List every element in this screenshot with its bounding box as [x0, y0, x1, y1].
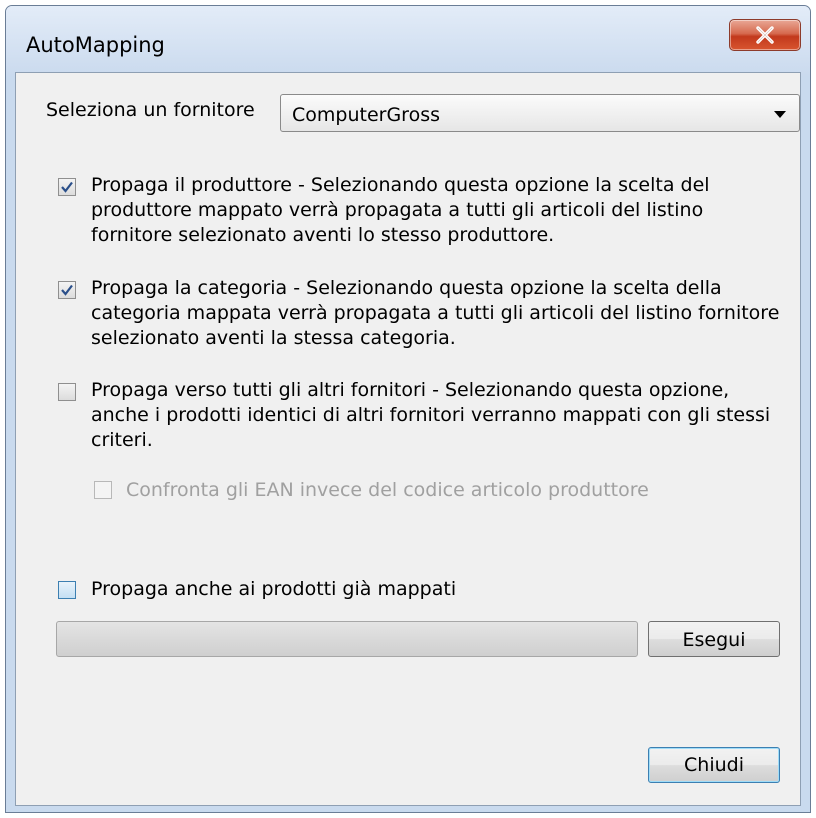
- option-line: anche i prodotti identici di altri forni…: [91, 404, 771, 426]
- checkmark-icon: [61, 181, 73, 193]
- chevron-down-icon: [774, 111, 786, 118]
- compare-ean-checkbox: [94, 481, 112, 499]
- propagate-category-label[interactable]: Propaga la categoria - Selezionando ques…: [91, 276, 791, 351]
- propagate-mapped-label[interactable]: Propaga anche ai prodotti già mappati: [91, 577, 791, 602]
- run-button[interactable]: Esegui: [648, 621, 780, 657]
- progress-bar: [56, 621, 638, 657]
- option-line: categoria mappata verrà propagata a tutt…: [91, 302, 780, 324]
- title-bar: AutoMapping: [6, 6, 810, 76]
- dialog-body: Seleziona un fornitore ComputerGross Pro…: [15, 72, 801, 806]
- propagate-all-suppliers-checkbox[interactable]: [58, 383, 76, 401]
- propagate-all-suppliers-label[interactable]: Propaga verso tutti gli altri fornitori …: [91, 378, 791, 453]
- close-button[interactable]: Chiudi: [648, 747, 780, 783]
- compare-ean-label: Confronta gli EAN invece del codice arti…: [126, 479, 649, 501]
- close-icon: [756, 26, 774, 44]
- supplier-selected-value: ComputerGross: [292, 104, 440, 126]
- option-line: criteri.: [91, 429, 153, 451]
- automapping-dialog: AutoMapping Seleziona un fornitore Compu…: [5, 5, 811, 813]
- window-title: AutoMapping: [26, 33, 165, 57]
- checkmark-icon: [61, 284, 73, 296]
- supplier-label: Seleziona un fornitore: [46, 99, 255, 121]
- supplier-dropdown[interactable]: ComputerGross: [280, 94, 800, 132]
- propagate-mapped-checkbox[interactable]: [58, 581, 76, 599]
- propagate-producer-checkbox[interactable]: [58, 178, 76, 196]
- option-line: produttore mappato verrà propagata a tut…: [91, 199, 704, 221]
- option-line: Propaga la categoria - Selezionando ques…: [91, 277, 722, 299]
- option-line: selezionato aventi la stessa categoria.: [91, 327, 456, 349]
- close-window-button[interactable]: [729, 19, 801, 51]
- option-line: Propaga verso tutti gli altri fornitori …: [91, 379, 730, 401]
- option-line: Propaga il produttore - Selezionando que…: [91, 174, 710, 196]
- propagate-category-checkbox[interactable]: [58, 281, 76, 299]
- option-line: fornitore selezionato aventi lo stesso p…: [91, 224, 555, 246]
- propagate-producer-label[interactable]: Propaga il produttore - Selezionando que…: [91, 173, 791, 248]
